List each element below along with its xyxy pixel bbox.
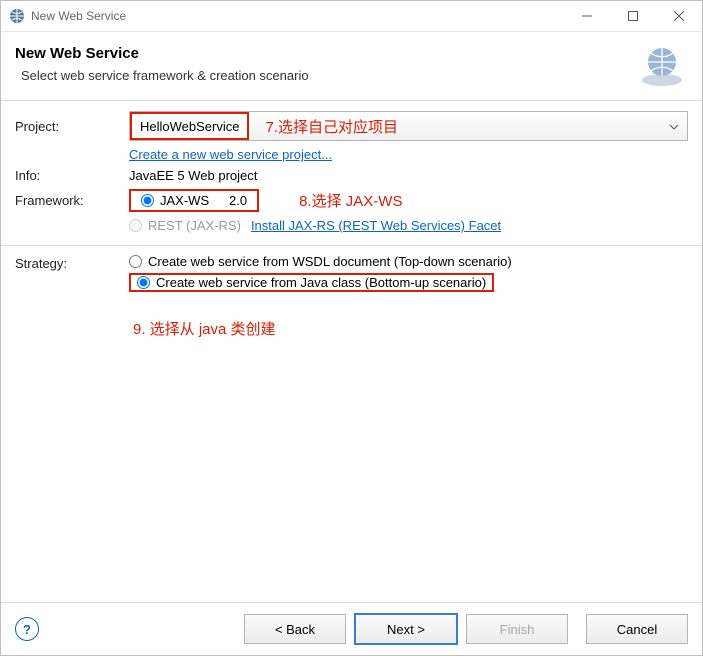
- framework-rest-label: REST (JAX-RS): [148, 218, 241, 233]
- annotation-8: 8.选择 JAX-WS: [299, 190, 402, 211]
- cancel-button[interactable]: Cancel: [586, 614, 688, 644]
- annotation-9: 9. 选择从 java 类创建: [133, 318, 688, 339]
- maximize-button[interactable]: [610, 1, 656, 31]
- framework-jaxws-version: 2.0: [221, 193, 247, 208]
- project-selected-value: HelloWebService: [130, 112, 249, 140]
- project-label: Project:: [15, 119, 125, 134]
- strategy-bottomup-label: Create web service from Java class (Bott…: [156, 275, 486, 290]
- app-icon: [9, 8, 25, 24]
- project-select[interactable]: HelloWebService 7.选择自己对应项目: [129, 111, 688, 141]
- wizard-banner-icon: [638, 40, 686, 88]
- wizard-banner: New Web Service Select web service frame…: [1, 32, 702, 101]
- wizard-footer: ? < Back Next > Finish Cancel: [1, 602, 702, 655]
- create-project-link[interactable]: Create a new web service project...: [129, 147, 332, 162]
- strategy-bottomup-radio[interactable]: Create web service from Java class (Bott…: [137, 275, 486, 290]
- window-title: New Web Service: [31, 9, 126, 23]
- titlebar: New Web Service: [1, 1, 702, 32]
- chevron-down-icon: [669, 120, 679, 135]
- framework-jaxws-label: JAX-WS: [160, 193, 209, 208]
- finish-button[interactable]: Finish: [466, 614, 568, 644]
- strategy-topdown-label: Create web service from WSDL document (T…: [148, 254, 512, 269]
- wizard-subheading: Select web service framework & creation …: [21, 68, 638, 83]
- info-label: Info:: [15, 168, 125, 183]
- info-value: JavaEE 5 Web project: [129, 168, 688, 183]
- help-icon[interactable]: ?: [15, 617, 39, 641]
- back-button[interactable]: < Back: [244, 614, 346, 644]
- minimize-button[interactable]: [564, 1, 610, 31]
- framework-label: Framework:: [15, 193, 125, 208]
- strategy-topdown-radio[interactable]: Create web service from WSDL document (T…: [129, 254, 688, 269]
- close-button[interactable]: [656, 1, 702, 31]
- strategy-label: Strategy:: [15, 254, 125, 271]
- next-button[interactable]: Next >: [354, 613, 458, 645]
- annotation-7: 7.选择自己对应项目: [265, 116, 398, 137]
- install-jaxrs-link[interactable]: Install JAX-RS (REST Web Services) Facet: [251, 218, 501, 233]
- wizard-heading: New Web Service: [15, 45, 638, 62]
- framework-jaxws-radio[interactable]: JAX-WS: [141, 193, 209, 208]
- framework-rest-radio[interactable]: REST (JAX-RS): [129, 218, 241, 233]
